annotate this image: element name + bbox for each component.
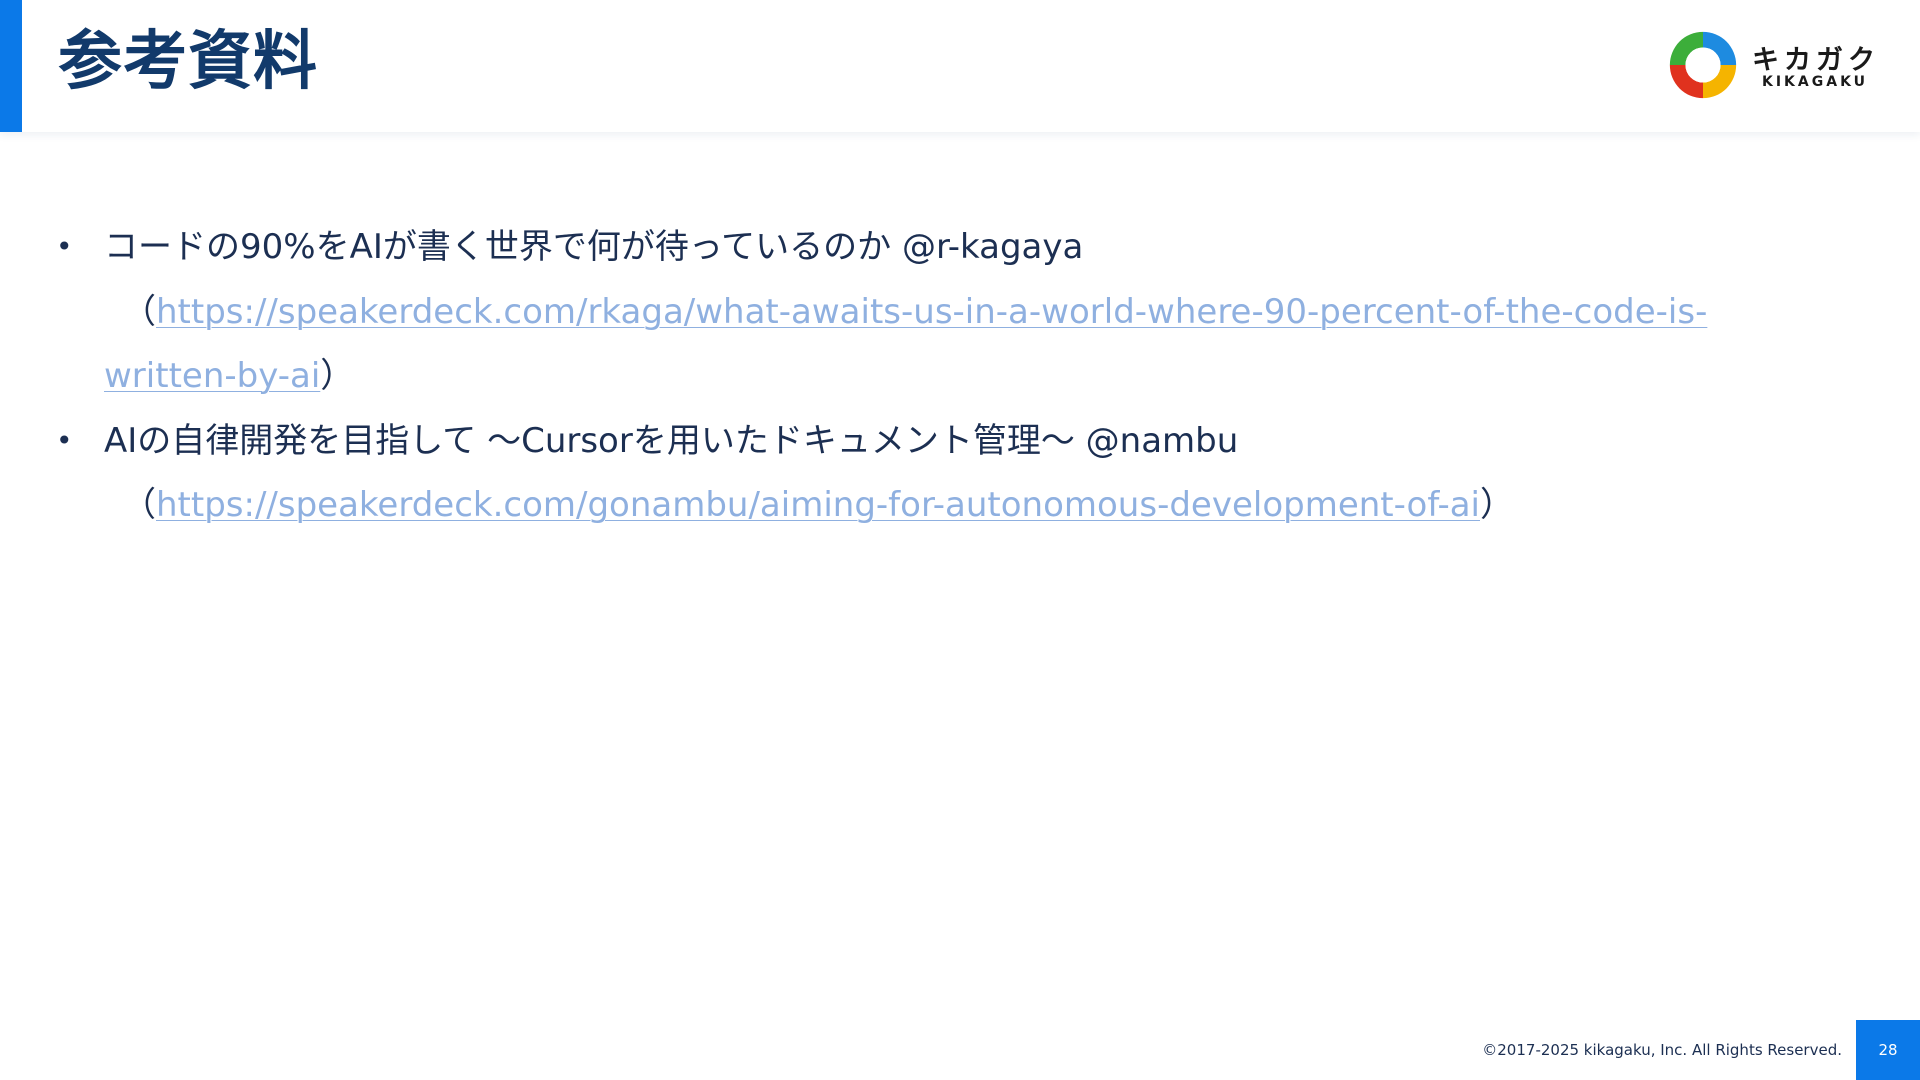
reference-url-line-continued: written-by-ai） [104,344,1756,409]
reference-url-line: （https://speakerdeck.com/rkaga/what-awai… [104,280,1756,345]
open-paren: （ [122,291,156,332]
kikagaku-logo: キカガク KIKAGAKU [1664,26,1884,106]
reference-item: • AIの自律開発を目指して ～Cursorを用いたドキュメント管理～ @nam… [56,409,1756,538]
logo-ring-icon [1669,31,1737,99]
bullet: • [56,423,73,457]
reference-item: • コードの90%をAIが書く世界で何が待っているのか @r-kagaya （h… [56,215,1756,409]
reference-list: • コードの90%をAIが書く世界で何が待っているのか @r-kagaya （h… [56,215,1756,538]
logo-text-jp: キカガク [1752,45,1880,76]
close-paren: ） [1480,485,1514,525]
page-number: 28 [1856,1020,1920,1080]
bullet: • [56,230,73,263]
close-paren: ） [320,356,355,396]
reference-link-continued[interactable]: written-by-ai [104,356,320,396]
copyright-text: ©2017-2025 kikagaku, Inc. All Rights Res… [1482,1041,1842,1059]
slide: 参考資料 キカガク KIKAGAKU • コードの90%をAIが書く世界で何が待… [0,0,1920,1080]
open-paren: （ [122,485,156,525]
reference-text: AIの自律開発を目指して ～Cursorを用いたドキュメント管理～ @nambu [104,420,1239,461]
logo-text-en: KIKAGAKU [1762,74,1869,90]
reference-text: コードの90%をAIが書く世界で何が待っているのか @r-kagaya [104,227,1084,267]
reference-link[interactable]: https://speakerdeck.com/rkaga/what-await… [156,292,1707,332]
reference-url-line: （https://speakerdeck.com/gonambu/aiming-… [104,473,1756,538]
accent-bar [0,0,22,132]
reference-link[interactable]: https://speakerdeck.com/gonambu/aiming-f… [156,485,1480,525]
page-title: 参考資料 [58,25,318,99]
slide-header: 参考資料 キカガク KIKAGAKU [0,0,1920,132]
